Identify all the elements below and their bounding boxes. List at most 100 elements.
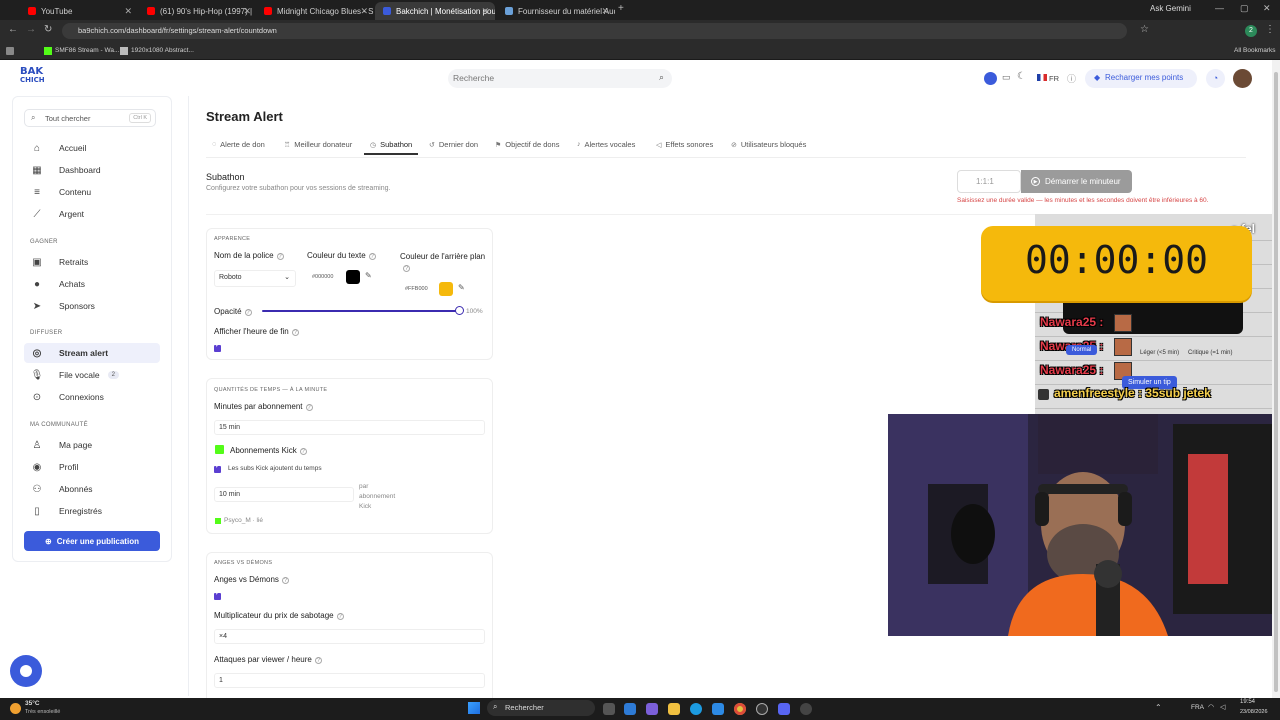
- recharge-button[interactable]: ◆ Recharger mes points: [1085, 69, 1197, 88]
- attacks-per-hour-input[interactable]: 1: [214, 673, 485, 688]
- close-icon[interactable]: ✕: [243, 6, 251, 17]
- tab-dernier-don[interactable]: ↺ Dernier don: [429, 140, 478, 149]
- opacity-slider-thumb[interactable]: [454, 306, 464, 315]
- eyedropper-icon[interactable]: ✎: [458, 283, 465, 292]
- all-bookmarks[interactable]: All Bookmarks: [1234, 47, 1276, 54]
- bookmark-item[interactable]: SMF86 Stream - Wa...: [55, 47, 119, 54]
- eyedropper-icon[interactable]: ✎: [365, 271, 372, 280]
- browser-tab[interactable]: Midnight Chicago Blues - Slow✕: [256, 2, 374, 20]
- monitor-icon[interactable]: ▭: [1002, 72, 1011, 83]
- search-input[interactable]: Recherche ⌕: [448, 69, 672, 88]
- taskbar-search[interactable]: ⌕ Rechercher: [487, 700, 595, 716]
- minimize-icon[interactable]: —: [1215, 3, 1224, 13]
- task-view-icon[interactable]: [603, 703, 615, 715]
- start-timer-button[interactable]: ▶ Démarrer le minuteur: [1021, 170, 1132, 193]
- close-icon[interactable]: ✕: [360, 6, 368, 17]
- sidebar-item-connexions[interactable]: ⊙ Connexions: [24, 387, 160, 407]
- language-selector[interactable]: FR: [1049, 74, 1059, 83]
- maximize-icon[interactable]: ▢: [1240, 3, 1249, 14]
- tab-meilleur-donateur[interactable]: ♖ Meilleur donateur: [284, 140, 352, 149]
- tab-utilisateurs-bloques[interactable]: ⊘ Utilisateurs bloqués: [731, 140, 806, 149]
- edge-icon[interactable]: [690, 703, 702, 715]
- sidebar-item-profil[interactable]: ◉ Profil: [24, 457, 160, 477]
- ask-gemini-button[interactable]: Ask Gemini: [1150, 4, 1191, 13]
- avatar[interactable]: 2: [1245, 25, 1257, 37]
- obs-icon[interactable]: [756, 703, 768, 715]
- folder-icon[interactable]: [668, 703, 680, 715]
- font-select[interactable]: Roboto ⌄: [214, 270, 296, 287]
- back-icon[interactable]: ←: [8, 24, 18, 35]
- info-icon[interactable]: ⓘ: [1067, 72, 1076, 85]
- sabotage-multiplier-input[interactable]: ×4: [214, 629, 485, 644]
- notification-icon[interactable]: ◔: [1206, 69, 1225, 88]
- bg-color-hex[interactable]: #FFB000: [405, 286, 428, 292]
- start-icon[interactable]: [468, 702, 480, 714]
- sidebar-item-stream-alert[interactable]: ◎ Stream alert: [24, 343, 160, 363]
- sidebar-item-achats[interactable]: ● Achats: [24, 274, 160, 294]
- text-color-hex[interactable]: #000000: [312, 274, 333, 280]
- window-close-icon[interactable]: ✕: [1263, 3, 1271, 14]
- store-icon[interactable]: [624, 703, 636, 715]
- normal-option-button[interactable]: Normal: [1066, 345, 1098, 355]
- browser-tab[interactable]: (61) 90's Hip-Hop (1997) | ✕: [139, 2, 257, 20]
- timer-duration-input[interactable]: 1:1:1: [957, 170, 1021, 193]
- app-icon[interactable]: [800, 703, 812, 715]
- sidebar-item-accueil[interactable]: ⌂ Accueil: [24, 138, 160, 158]
- tab-effets-sonores[interactable]: ◁ Effets sonores: [656, 140, 713, 149]
- reload-icon[interactable]: ↻: [44, 24, 52, 35]
- moon-icon[interactable]: ☾: [1017, 71, 1026, 82]
- browser-tab[interactable]: Fournisseur du matériel Audiovi✕: [497, 2, 615, 20]
- input-language[interactable]: FRA: [1191, 704, 1204, 711]
- url-field[interactable]: ba9chich.com/dashboard/fr/settings/strea…: [62, 23, 1127, 39]
- weather-temp[interactable]: 35°C: [25, 700, 40, 707]
- bookmark-item[interactable]: 1920x1080 Abstract...: [131, 47, 194, 54]
- sidebar-item-contenu[interactable]: ≡ Contenu: [24, 182, 160, 202]
- sidebar-item-enregistres[interactable]: ▯ Enregistrés: [24, 501, 160, 521]
- menu-icon[interactable]: ⋮: [1265, 24, 1275, 35]
- tab-alerte-de-don[interactable]: ◌ Alerte de don: [212, 140, 265, 149]
- discord-icon[interactable]: [778, 703, 790, 715]
- sidebar-item-argent[interactable]: ⟋ Argent: [24, 204, 160, 224]
- chrome-icon[interactable]: [734, 703, 746, 715]
- avatar[interactable]: [1233, 69, 1252, 88]
- close-icon[interactable]: ✕: [601, 6, 609, 17]
- clock-time[interactable]: 19:54: [1240, 699, 1255, 705]
- volume-icon[interactable]: ◁: [1220, 703, 1225, 711]
- angels-demons-checkbox[interactable]: [214, 590, 221, 600]
- scrollbar-thumb[interactable]: [1274, 72, 1278, 692]
- opacity-slider-track[interactable]: [262, 310, 459, 312]
- sidebar-search-input[interactable]: ⌕ Tout chercher Ctrl K: [24, 109, 156, 127]
- sidebar-item-abonnes[interactable]: ⚇ Abonnés: [24, 479, 160, 499]
- logo[interactable]: BAK CHICH: [20, 67, 45, 85]
- text-color-swatch[interactable]: [346, 270, 360, 284]
- kick-minutes-input[interactable]: 10 min: [214, 487, 354, 502]
- teams-icon[interactable]: [646, 703, 658, 715]
- close-icon[interactable]: ✕: [124, 6, 132, 17]
- sidebar-item-file-vocale[interactable]: 🎙 File vocale 2: [24, 365, 160, 385]
- close-icon[interactable]: ✕: [481, 6, 489, 17]
- sidebar-item-retraits[interactable]: ▣ Retraits: [24, 252, 160, 272]
- theme-light-icon[interactable]: [984, 72, 997, 85]
- tab-objectif-de-dons[interactable]: ⚑ Objectif de dons: [495, 140, 559, 149]
- sidebar-item-sponsors[interactable]: ➤ Sponsors: [24, 296, 160, 316]
- wifi-icon[interactable]: ◠: [1208, 703, 1214, 711]
- chevron-up-icon[interactable]: ⌃: [1155, 703, 1162, 712]
- create-post-button[interactable]: ⊕ Créer une publication: [24, 531, 160, 551]
- kick-subs-checkbox[interactable]: [214, 463, 221, 473]
- forward-icon[interactable]: →: [26, 24, 36, 35]
- star-icon[interactable]: ☆: [1140, 24, 1149, 35]
- sidebar-item-ma-page[interactable]: ♙ Ma page: [24, 435, 160, 455]
- minutes-per-sub-input[interactable]: 15 min: [214, 420, 485, 435]
- clock-date[interactable]: 23/08/2026: [1240, 709, 1268, 715]
- light-option[interactable]: Léger (<5 min): [1140, 350, 1179, 356]
- show-end-time-checkbox[interactable]: [214, 342, 221, 352]
- browser-tab-active[interactable]: Bakchich | Monétisation pour le✕: [375, 2, 495, 20]
- mail-icon[interactable]: [712, 703, 724, 715]
- tab-subathon[interactable]: ◷ Subathon: [370, 140, 412, 149]
- apps-icon[interactable]: [6, 47, 14, 55]
- browser-tab[interactable]: YouTube ✕: [20, 2, 138, 20]
- chat-bubble-button[interactable]: [10, 655, 42, 687]
- bg-color-swatch[interactable]: [439, 282, 453, 296]
- new-tab-icon[interactable]: +: [618, 3, 624, 14]
- sidebar-item-dashboard[interactable]: ▦ Dashboard: [24, 160, 160, 180]
